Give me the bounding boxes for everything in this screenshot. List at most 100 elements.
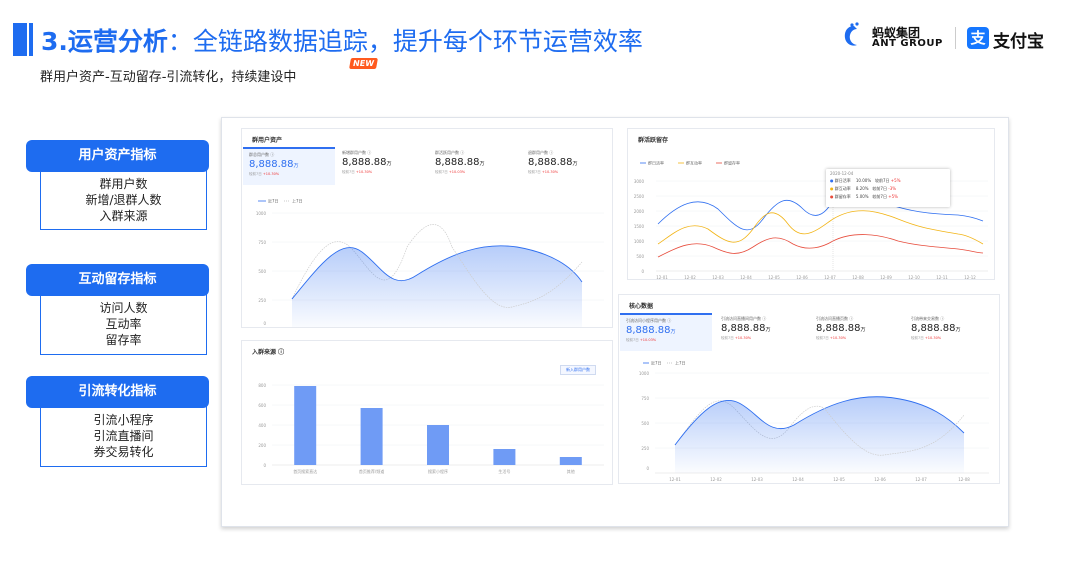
tooltip-value: 8.20% xyxy=(855,186,869,191)
legend-label: 上7日 xyxy=(292,198,303,204)
kpi-delta-label: 较前7日 xyxy=(528,170,541,174)
legend-label: 近7日 xyxy=(651,360,662,366)
tooltip-series: 群互动率 xyxy=(834,186,851,191)
tooltip-delta: +5% xyxy=(888,194,898,199)
x-tick: 12-06 xyxy=(796,275,808,280)
category-item: 互动率 xyxy=(105,317,142,331)
category-item: 群用户数 xyxy=(99,177,148,191)
kpi-card[interactable]: 群总用户数 ⓘ 8,888.88万 较前7日 +10.30% xyxy=(243,147,335,185)
y-tick: 750 xyxy=(641,396,649,401)
x-tick: 12-08 xyxy=(958,477,970,482)
y-tick: 0 xyxy=(263,463,266,468)
kpi-value: 8,888.88 xyxy=(342,157,387,168)
kpi-value: 8,888.88 xyxy=(721,323,766,334)
alipay-name: 支付宝 xyxy=(993,32,1044,52)
series-current-area xyxy=(292,245,582,327)
x-tick: 12-02 xyxy=(684,275,696,280)
title-accent-bar xyxy=(13,23,27,56)
x-tick: 12-02 xyxy=(710,477,722,482)
y-tick: 200 xyxy=(258,443,266,448)
x-tick: 12-05 xyxy=(833,477,845,482)
x-tick: 12-04 xyxy=(740,275,752,280)
ant-group-name-en: ANT GROUP xyxy=(872,38,943,49)
panel-title: 群活跃留存 xyxy=(638,137,669,144)
kpi-delta: +10.30% xyxy=(262,172,280,176)
kpi-delta-label: 较前7日 xyxy=(911,336,924,340)
tooltip-dot-icon: ● xyxy=(830,178,834,183)
area-chart-core-data: 近7日 上7日 1000 750 500 250 0 12-01 12-02 1… xyxy=(639,360,989,482)
y-tick: 1000 xyxy=(634,239,645,244)
x-tick: 首页推荐/频道 xyxy=(359,468,384,474)
category-traffic-conversion: 引流转化指标 引流小程序 引流直播间 券交易转化 xyxy=(26,376,209,467)
kpi-delta-label: 较前7日 xyxy=(816,336,829,340)
x-tick: 搜索小程序 xyxy=(428,468,448,474)
x-tick: 12-09 xyxy=(880,275,892,280)
x-tick: 12-03 xyxy=(751,477,763,482)
ant-group-logo-icon xyxy=(844,22,859,46)
category-item: 券交易转化 xyxy=(93,445,154,459)
kpi-card[interactable]: 引流访问直播页数 ⓘ 8,888.88万 较前7日 +10.30% xyxy=(810,313,902,351)
kpi-value: 8,888.88 xyxy=(249,159,294,170)
y-tick: 1000 xyxy=(639,371,650,376)
kpi-delta: +10.03% xyxy=(448,170,466,174)
kpi-delta: +10.03% xyxy=(639,338,657,342)
kpi-delta: +10.30% xyxy=(541,170,559,174)
kpi-card[interactable]: 新增群用户数 ⓘ 8,888.88万 较前7日 +10.30% xyxy=(336,147,428,185)
tooltip-date: 2020-12-04 xyxy=(830,171,854,176)
kpi-unit: 万 xyxy=(479,161,485,167)
kpi-delta-label: 较前7日 xyxy=(249,172,262,176)
x-tick: 12-11 xyxy=(936,275,948,280)
legend-label: 上7日 xyxy=(675,360,686,366)
x-tick: 12-01 xyxy=(656,275,668,280)
kpi-value: 8,888.88 xyxy=(435,157,480,168)
kpi-card[interactable]: 引流访问直播间用户数 ⓘ 8,888.88万 较前7日 +10.30% xyxy=(715,313,807,351)
category-interaction-retention: 互动留存指标 访问人数 互动率 留存率 xyxy=(26,264,209,355)
panel-title: 群用户资产 xyxy=(252,137,283,144)
x-tick: 12-03 xyxy=(712,275,724,280)
y-tick: 250 xyxy=(258,298,266,303)
panel-title: 入群来源 ⓘ xyxy=(252,349,285,356)
y-tick: 0 xyxy=(646,466,649,471)
category-item: 留存率 xyxy=(105,333,142,347)
bar[interactable] xyxy=(559,457,582,465)
tooltip-value: 5.00% xyxy=(855,194,869,199)
tooltip-dot-icon: ● xyxy=(830,194,834,199)
bar[interactable] xyxy=(360,408,383,465)
panel-core-data: 核心数据 引流访问小程序用户数 ⓘ 8,888.88万 较前7日 +10.03%… xyxy=(618,294,1000,484)
x-tick: 12-10 xyxy=(908,275,920,280)
y-tick: 250 xyxy=(641,446,649,451)
x-tick: 12-12 xyxy=(964,275,976,280)
bar[interactable] xyxy=(294,386,317,465)
kpi-unit: 万 xyxy=(765,327,771,333)
category-item: 访问人数 xyxy=(99,301,148,315)
y-tick: 2500 xyxy=(634,194,645,199)
series-current-area xyxy=(675,396,964,473)
tooltip-cmp: 较前7日 xyxy=(874,178,890,183)
kpi-value: 8,888.88 xyxy=(911,323,956,334)
dashboard-screenshot: 群用户资产 群总用户数 ⓘ 8,888.88万 较前7日 +10.30% 新增群… xyxy=(221,117,1009,527)
kpi-label: 退群用户数 ⓘ xyxy=(528,150,554,155)
y-tick: 1500 xyxy=(634,224,645,229)
kpi-unit: 万 xyxy=(572,161,578,167)
tooltip-dot-icon: ● xyxy=(830,186,834,191)
page-subtitle: 群用户资产-互动留存-引流转化，持续建设中 xyxy=(40,70,297,85)
legend-label: 群日活率 xyxy=(648,160,664,166)
tooltip-delta: -3% xyxy=(888,186,897,191)
bar[interactable] xyxy=(427,425,449,465)
kpi-card[interactable]: 退群用户数 ⓘ 8,888.88万 较前7日 +10.30% xyxy=(522,147,614,185)
category-item: 引流小程序 xyxy=(93,413,154,427)
kpi-value: 8,888.88 xyxy=(816,323,861,334)
kpi-unit: 万 xyxy=(293,163,299,169)
y-tick: 800 xyxy=(258,383,266,388)
y-tick: 400 xyxy=(258,423,266,428)
kpi-card[interactable]: 引流访问小程序用户数 ⓘ 8,888.88万 较前7日 +10.03% xyxy=(620,313,712,351)
category-item: 入群来源 xyxy=(99,209,148,223)
bar[interactable] xyxy=(493,449,516,465)
tooltip-value: 10.00% xyxy=(855,178,872,183)
x-tick: 其他 xyxy=(567,468,575,474)
kpi-card[interactable]: 引流带来交易数 ⓘ 8,888.88万 较前7日 +10.30% xyxy=(905,313,997,351)
x-tick: 12-01 xyxy=(669,477,681,482)
category-items: 引流小程序 引流直播间 券交易转化 xyxy=(41,412,206,460)
category-item: 引流直播间 xyxy=(93,429,154,443)
kpi-card[interactable]: 群活跃用户数 ⓘ 8,888.88万 较前7日 +10.03% xyxy=(429,147,521,185)
